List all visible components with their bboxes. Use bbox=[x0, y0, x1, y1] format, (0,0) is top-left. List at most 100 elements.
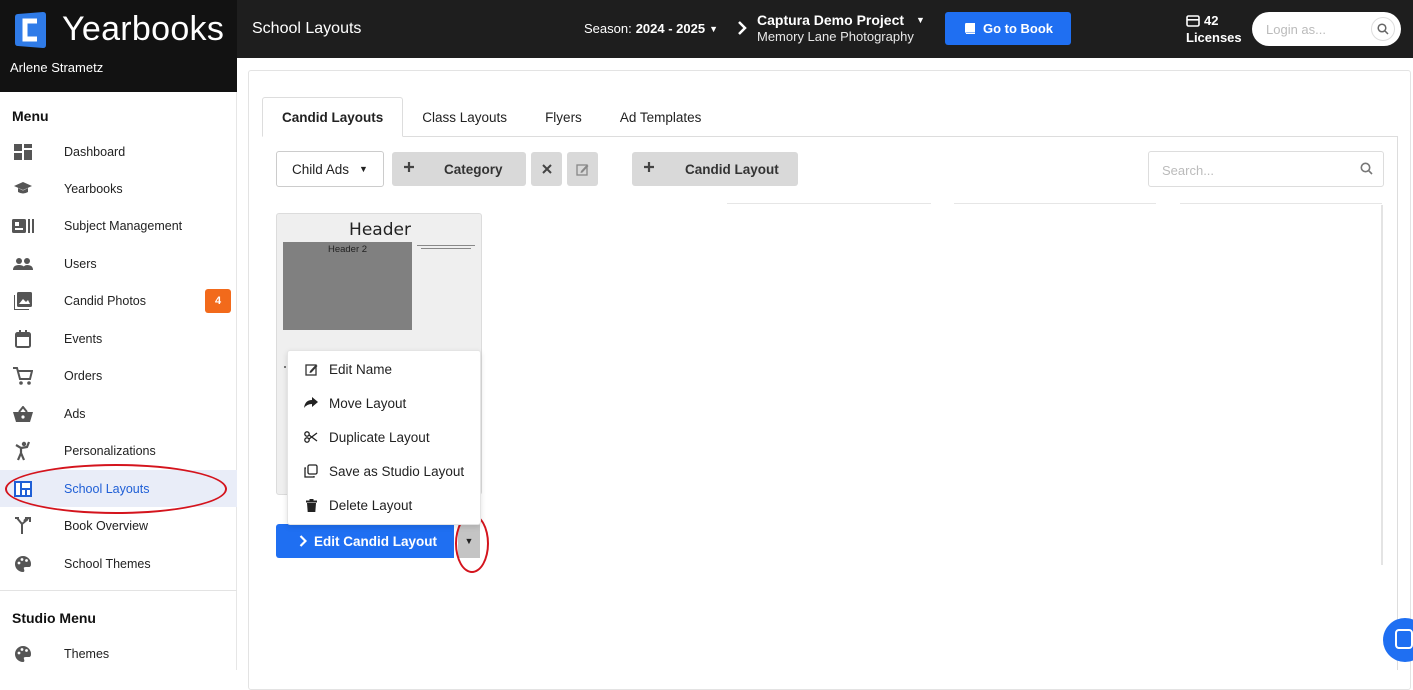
child-ads-label: Child Ads bbox=[292, 161, 350, 177]
plus-icon bbox=[404, 162, 414, 172]
layout-preview-photo: Header 2 bbox=[283, 242, 412, 330]
tab-ad-templates[interactable]: Ad Templates bbox=[601, 97, 721, 137]
season-label: Season: bbox=[584, 21, 632, 36]
edit-candid-layout-label: Edit Candid Layout bbox=[314, 533, 437, 549]
tab-panel-border bbox=[1397, 136, 1398, 670]
add-candid-layout-button[interactable]: Candid Layout bbox=[632, 152, 798, 186]
copy-icon bbox=[304, 464, 318, 478]
sidebar-item-subject-management[interactable]: Subject Management bbox=[0, 207, 237, 244]
layout-actions-toggle[interactable]: ▼ bbox=[458, 524, 480, 558]
content-scrollbar[interactable] bbox=[1381, 205, 1383, 565]
scissors-icon bbox=[304, 430, 318, 444]
search-icon[interactable] bbox=[1360, 162, 1373, 175]
card-icon bbox=[1186, 14, 1200, 27]
divider bbox=[727, 203, 931, 204]
palette-icon bbox=[12, 553, 34, 575]
edit-candid-layout-button[interactable]: Edit Candid Layout bbox=[276, 524, 454, 558]
caret-down-icon: ▼ bbox=[464, 536, 474, 546]
menu-item-label: Move Layout bbox=[329, 395, 407, 411]
caret-down-icon: ▼ bbox=[359, 164, 368, 174]
edit-name-menu-item[interactable]: Edit Name bbox=[288, 352, 480, 386]
sidebar-item-yearbooks[interactable]: Yearbooks bbox=[0, 170, 237, 207]
sidebar-item-personalizations[interactable]: Personalizations bbox=[0, 432, 237, 469]
add-candid-layout-label: Candid Layout bbox=[685, 161, 779, 177]
sidebar-item-users[interactable]: Users bbox=[0, 245, 237, 282]
sidebar-item-events[interactable]: Events bbox=[0, 320, 237, 357]
photo-icon bbox=[12, 290, 34, 312]
duplicate-layout-menu-item[interactable]: Duplicate Layout bbox=[288, 420, 480, 454]
plus-icon bbox=[644, 162, 654, 172]
layout-preview-text-block bbox=[413, 244, 479, 254]
divider bbox=[1180, 203, 1382, 204]
delete-layout-menu-item[interactable]: Delete Layout bbox=[288, 488, 480, 522]
studio-menu-heading: Studio Menu bbox=[12, 610, 96, 626]
page-title: School Layouts bbox=[252, 20, 362, 37]
sidebar-item-label: Yearbooks bbox=[64, 181, 123, 196]
search-icon bbox=[1377, 23, 1389, 35]
share-arrow-icon bbox=[304, 396, 318, 410]
divider bbox=[0, 590, 237, 591]
move-layout-menu-item[interactable]: Move Layout bbox=[288, 386, 480, 420]
tab-candid-layouts[interactable]: Candid Layouts bbox=[262, 97, 404, 137]
person-pose-icon bbox=[12, 440, 34, 462]
licenses-indicator[interactable]: 42 Licenses bbox=[1186, 12, 1242, 46]
delete-category-button[interactable] bbox=[531, 152, 562, 186]
sidebar-item-candid-photos[interactable]: Candid Photos 4 bbox=[0, 282, 237, 319]
season-selector[interactable]: Season: 2024 - 2025 ▼ bbox=[584, 21, 718, 36]
sidebar-item-label: Dashboard bbox=[64, 144, 126, 159]
brand-panel: Yearbooks Arlene Strametz bbox=[0, 0, 237, 92]
login-as-input[interactable] bbox=[1266, 20, 1366, 38]
layout-preview-marker bbox=[284, 366, 286, 368]
chevron-right-icon bbox=[299, 535, 307, 547]
licenses-count: 42 bbox=[1204, 13, 1219, 28]
sidebar-item-label: School Themes bbox=[64, 556, 151, 571]
users-icon bbox=[12, 253, 34, 275]
sidebar-item-themes[interactable]: Themes bbox=[0, 635, 237, 672]
season-value: 2024 - 2025 bbox=[635, 21, 706, 36]
project-subtitle: Memory Lane Photography bbox=[757, 29, 914, 44]
sidebar-item-orders[interactable]: Orders bbox=[0, 357, 237, 394]
menu-item-label: Duplicate Layout bbox=[329, 429, 430, 445]
layout-preview-photo-label: Header 2 bbox=[327, 244, 368, 255]
layout-preview-title: Header bbox=[349, 220, 411, 240]
calendar-icon bbox=[12, 328, 34, 350]
current-user-name: Arlene Strametz bbox=[10, 60, 104, 75]
licenses-label: Licenses bbox=[1186, 30, 1242, 45]
add-category-button[interactable]: Category bbox=[392, 152, 526, 186]
sidebar-item-dashboard[interactable]: Dashboard bbox=[0, 133, 237, 170]
sidebar-item-ads[interactable]: Ads bbox=[0, 395, 237, 432]
tab-flyers[interactable]: Flyers bbox=[526, 97, 601, 137]
sidebar-item-school-layouts[interactable]: School Layouts bbox=[0, 470, 237, 507]
sidebar-item-book-overview[interactable]: Book Overview bbox=[0, 507, 237, 544]
graduation-cap-icon bbox=[12, 178, 34, 200]
sidebar-item-label: Personalizations bbox=[64, 443, 156, 458]
sidebar-item-label: Ads bbox=[64, 406, 86, 421]
sidebar-item-label: Users bbox=[64, 256, 97, 271]
edit-category-button[interactable] bbox=[567, 152, 598, 186]
trash-icon bbox=[304, 498, 318, 512]
sidebar: Menu Dashboard Yearbooks Subject Managem… bbox=[0, 92, 237, 670]
chat-icon bbox=[1395, 629, 1413, 649]
sidebar-item-label: Orders bbox=[64, 368, 103, 383]
chevron-right-icon bbox=[738, 21, 747, 35]
edit-icon bbox=[304, 362, 318, 376]
login-as-box bbox=[1252, 12, 1401, 46]
child-ads-dropdown[interactable]: Child Ads ▼ bbox=[276, 151, 384, 187]
login-search-button[interactable] bbox=[1371, 17, 1395, 41]
sidebar-item-label: Book Overview bbox=[64, 518, 149, 533]
save-as-studio-layout-menu-item[interactable]: Save as Studio Layout bbox=[288, 454, 480, 488]
sidebar-item-label: Subject Management bbox=[64, 218, 183, 233]
sidebar-item-school-themes[interactable]: School Themes bbox=[0, 545, 237, 582]
sidebar-item-label: Candid Photos bbox=[64, 293, 147, 308]
go-to-book-button[interactable]: Go to Book bbox=[945, 12, 1071, 45]
candid-photos-count-badge: 4 bbox=[205, 288, 231, 313]
caret-down-icon: ▼ bbox=[709, 23, 719, 34]
layout-search-input[interactable] bbox=[1162, 161, 1342, 179]
palette-icon bbox=[12, 643, 34, 665]
close-icon bbox=[541, 164, 552, 174]
sidebar-item-label: School Layouts bbox=[64, 481, 150, 496]
tab-class-layouts[interactable]: Class Layouts bbox=[403, 97, 526, 137]
fork-icon bbox=[12, 515, 34, 537]
menu-item-label: Edit Name bbox=[329, 361, 393, 377]
project-selector[interactable]: Captura Demo Project ▼ Memory Lane Photog… bbox=[757, 12, 925, 44]
